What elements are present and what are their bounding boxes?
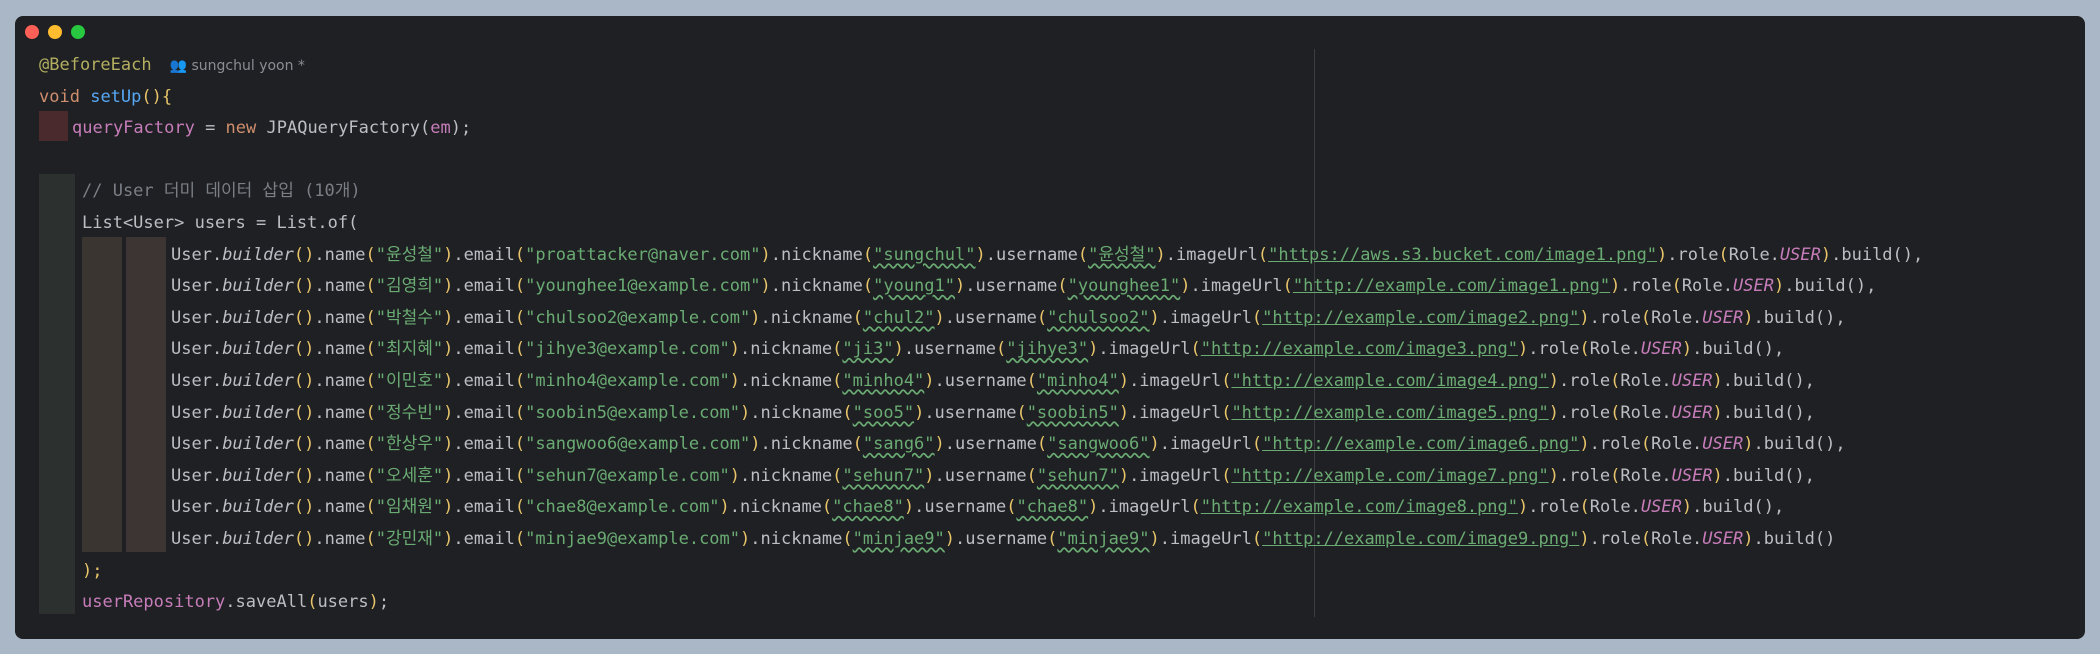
annotation: @BeforeEach	[39, 55, 152, 75]
author-name: sungchul yoon *	[191, 58, 305, 74]
code-comment: // User 더미 데이터 삽입 (10개)	[82, 181, 361, 202]
code-line: userRepository.saveAll(users);	[82, 592, 390, 613]
code-line: User.builder().name("박철수").email("chulso…	[171, 307, 1846, 328]
code-line: User.builder().name("강민재").email("minjae…	[171, 529, 1836, 549]
minimize-button[interactable]	[48, 25, 62, 39]
code-line: User.builder().name("최지혜").email("jihye3…	[171, 339, 1785, 360]
users-icon: 👥	[169, 58, 188, 74]
window-controls	[25, 25, 85, 39]
code-line: User.builder().name("윤성철").email("proatt…	[171, 244, 1924, 265]
code-line: queryFactory = new JPAQueryFactory(em);	[72, 118, 472, 139]
code-window: @BeforeEach 👥 sungchul yoon * void setUp(…	[15, 16, 2085, 639]
maximize-button[interactable]	[71, 25, 85, 39]
gutter-marker	[39, 111, 68, 141]
code-line: @BeforeEach 👥 sungchul yoon *	[39, 50, 305, 82]
code-line: void setUp(){	[39, 86, 173, 107]
code-line: );	[82, 560, 103, 581]
author-hint: 👥 sungchul yoon *	[170, 58, 305, 74]
indent-guide-block	[39, 174, 75, 614]
code-line: User.builder().name("정수빈").email("soobin…	[171, 402, 1815, 423]
code-line: // User 더미 데이터 삽입 (10개)	[82, 176, 361, 208]
code-line: User.builder().name("이민호").email("minho4…	[171, 371, 1815, 391]
code-line: List<User> users = List.of(	[82, 213, 359, 233]
close-button[interactable]	[25, 25, 39, 39]
code-line: User.builder().name("한상우").email("sangwo…	[171, 434, 1846, 455]
code-line: User.builder().name("오세훈").email("sehun7…	[171, 465, 1815, 486]
indent-guide-block	[82, 237, 122, 552]
indent-guide-block	[126, 237, 166, 552]
code-line: User.builder().name("김영희").email("youngh…	[171, 276, 1877, 297]
code-line: User.builder().name("임채원").email("chae8@…	[171, 497, 1785, 518]
